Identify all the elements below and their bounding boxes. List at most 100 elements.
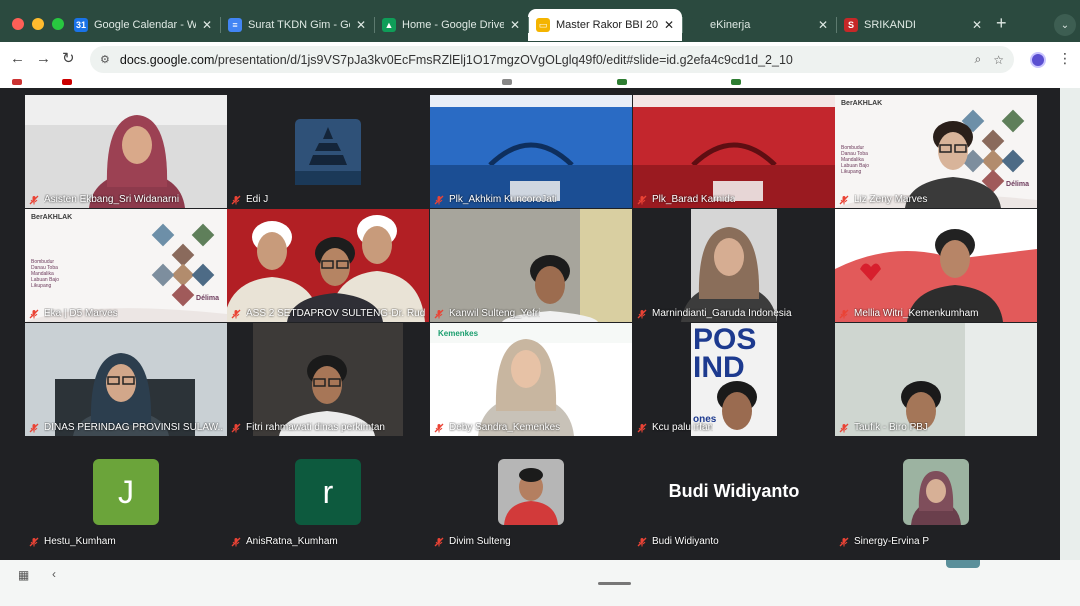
- face: [257, 232, 287, 270]
- browser-menu-icon[interactable]: ⋮: [1058, 50, 1072, 67]
- browser-tab-bar: 31 Google Calendar - Wed ✕ ≡ Surat TKDN Gim …: [0, 0, 1080, 48]
- participant-video: [633, 95, 835, 208]
- participant-name: Kcu palu irfan: [652, 422, 714, 433]
- participant-tile[interactable]: Divim Sulteng: [430, 437, 632, 550]
- face: [312, 366, 342, 404]
- participant-tile[interactable]: BerAKHLAK Bombudur Danau Toba Mandalika Labu…: [835, 95, 1037, 208]
- participant-tile[interactable]: Plk_Akhkim KuncoroJati: [430, 95, 632, 208]
- profile-avatar[interactable]: [1030, 52, 1046, 68]
- participant-tile[interactable]: BerAKHLAK Bombudur Danau Toba Mandalika Labu…: [25, 209, 227, 322]
- participant-name-tag: Kanwil Sulteng_Yefri: [434, 308, 540, 319]
- minimize-window-button[interactable]: [32, 18, 44, 30]
- face: [714, 238, 744, 276]
- address-bar[interactable]: ⚙ docs.google.com/presentation/d/1js9VS7…: [90, 46, 1014, 73]
- participant-tile[interactable]: Taufik - Biro PBJ: [835, 323, 1037, 436]
- close-tab-icon[interactable]: ✕: [818, 18, 828, 32]
- participant-tile[interactable]: Edi J: [227, 95, 429, 208]
- mic-off-icon: [434, 423, 444, 432]
- browser-tab[interactable]: eKinerja ✕: [682, 9, 836, 41]
- participant-tile[interactable]: Marnindianti_Garuda Indonesia: [633, 209, 835, 322]
- participant-name: Deby Sandra_Kemenkes: [449, 422, 561, 433]
- mic-off-icon: [434, 537, 444, 546]
- close-tab-icon[interactable]: ✕: [356, 18, 366, 32]
- zoom-icon[interactable]: ⌕: [975, 52, 982, 67]
- participant-name: Divim Sulteng: [449, 536, 511, 547]
- bookmark-star-icon[interactable]: ☆: [993, 53, 1004, 67]
- participant-video: [633, 209, 835, 322]
- participant-name: Plk_Barad Karnida: [652, 194, 736, 205]
- mic-off-icon: [637, 423, 647, 432]
- participant-tile[interactable]: Mellia Witri_Kemenkumham: [835, 209, 1037, 322]
- participant-tile[interactable]: Kanwil Sulteng_Yefri: [430, 209, 632, 322]
- address-url[interactable]: docs.google.com/presentation/d/1js9VS7pJ…: [120, 53, 963, 67]
- bookmark-icon[interactable]: [617, 79, 627, 85]
- participant-video: [835, 323, 1037, 436]
- horizontal-scrollbar[interactable]: [598, 582, 631, 585]
- maximize-window-button[interactable]: [52, 18, 64, 30]
- mic-off-icon: [231, 423, 241, 432]
- tab-search-button[interactable]: ⌄: [1054, 14, 1076, 36]
- delima-logo: Délima: [1006, 181, 1029, 188]
- participant-tile[interactable]: DINAS PERINDAG PROVINSI SULAW...: [25, 323, 227, 436]
- close-window-button[interactable]: [12, 18, 24, 30]
- participant-name-tag: ASS 2 SETDAPROV SULTENG-Dr. Rud...: [231, 308, 425, 319]
- browser-tab[interactable]: ≡ Surat TKDN Gim - Goog ✕: [220, 9, 374, 41]
- participant-tile[interactable]: Asisten Ekbang_Sri Widanarni: [25, 95, 227, 208]
- mic-off-icon: [231, 309, 241, 318]
- close-tab-icon[interactable]: ✕: [202, 18, 212, 32]
- participant-video: [25, 323, 227, 436]
- participant-name-tag: DINAS PERINDAG PROVINSI SULAW...: [29, 422, 223, 433]
- reload-icon[interactable]: ↻: [62, 50, 75, 68]
- participant-name: Liz Zeny Marves: [854, 194, 928, 205]
- tab-title: eKinerja: [710, 19, 751, 31]
- wall: [580, 209, 632, 322]
- participant-name-tag: Liz Zeny Marves: [839, 194, 927, 205]
- close-tab-icon[interactable]: ✕: [510, 18, 520, 32]
- browser-tab[interactable]: 31 Google Calendar - Wed ✕: [66, 9, 220, 41]
- avatar: [903, 459, 969, 525]
- participant-tile[interactable]: Plk_Barad Karnida: [633, 95, 835, 208]
- bookmark-icon[interactable]: [502, 79, 512, 85]
- participant-name: Fitri rahmawati dinas perkimtan: [246, 422, 385, 433]
- destination-list: Bombudur Danau Toba Mandalika Labuan Bajo Li…: [841, 145, 869, 175]
- destination-name: Likupang: [841, 169, 862, 175]
- participant-tile[interactable]: Sinergy-Ervina P: [835, 437, 1037, 550]
- grid-view-icon[interactable]: ▦: [18, 568, 29, 582]
- mic-off-icon: [637, 537, 647, 546]
- banner-top: [633, 95, 835, 107]
- participant-video: [227, 95, 429, 208]
- participant-tile[interactable]: Fitri rahmawati dinas perkimtan: [227, 323, 429, 436]
- participant-tile[interactable]: J Hestu_Kumham: [25, 437, 227, 550]
- participant-name: Edi J: [246, 194, 269, 205]
- calendar-icon: 31: [74, 18, 88, 32]
- back-arrow-icon[interactable]: ←: [10, 50, 25, 68]
- participant-tile[interactable]: POS IND ones Kcu palu irfan: [633, 323, 835, 436]
- mic-off-icon: [231, 195, 241, 204]
- bookmark-icon[interactable]: [12, 79, 22, 85]
- participant-name-tag: Taufik - Biro PBJ: [839, 422, 928, 433]
- participant-tile[interactable]: ASS 2 SETDAPROV SULTENG-Dr. Rud...: [227, 209, 429, 322]
- new-tab-button[interactable]: +: [996, 14, 1007, 32]
- participant-display-name: Budi Widiyanto: [668, 481, 800, 501]
- collapse-panel-icon[interactable]: ‹: [52, 567, 56, 581]
- participant-video: [25, 95, 227, 208]
- drive-icon: ▲: [382, 18, 396, 32]
- site-info-icon[interactable]: ⚙: [100, 53, 110, 66]
- forward-arrow-icon[interactable]: →: [36, 50, 51, 68]
- browser-tab[interactable]: S SRIKANDI ✕: [836, 9, 990, 41]
- participant-tile[interactable]: Kemenkes Deby Sandra_Kemenkes: [430, 323, 632, 436]
- close-tab-icon[interactable]: ✕: [664, 18, 674, 32]
- close-tab-icon[interactable]: ✕: [972, 18, 982, 32]
- participant-name-tag: Plk_Akhkim KuncoroJati: [434, 194, 557, 205]
- mic-off-icon: [839, 195, 849, 204]
- browser-tab[interactable]: ▲ Home - Google Drive ✕: [374, 9, 528, 41]
- bookmark-icon[interactable]: [62, 79, 72, 85]
- participant-tile[interactable]: Budi Widiyanto Budi Widiyanto: [633, 437, 835, 550]
- participant-tile[interactable]: r AnisRatna_Kumham: [227, 437, 429, 550]
- bookmark-icon[interactable]: [731, 79, 741, 85]
- participant-name-tag: Asisten Ekbang_Sri Widanarni: [29, 194, 179, 205]
- face: [535, 266, 565, 304]
- browser-tab[interactable]: ▭ Master Rakor BBI 2024 ✕: [528, 9, 682, 41]
- participant-name: DINAS PERINDAG PROVINSI SULAW...: [44, 422, 223, 433]
- participant-name-tag: Edi J: [231, 194, 268, 205]
